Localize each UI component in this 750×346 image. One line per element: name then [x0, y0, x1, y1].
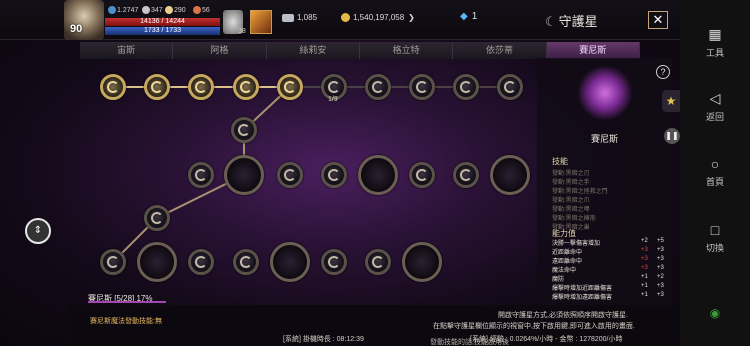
star-node[interactable] [188, 74, 214, 100]
home-button[interactable]: ○ 首頁 [680, 156, 750, 188]
star-node[interactable] [231, 117, 257, 143]
ability-next: +3 [657, 256, 664, 262]
ability-next: +5 [657, 238, 664, 244]
skill-line: 發動:黑暗之擁抱 [552, 216, 596, 222]
tools-button[interactable]: ▦ 工具 [680, 26, 750, 59]
ability-name: 爆擊時增加近距離傷害 [552, 286, 613, 292]
system-message: [系統] 經驗 : 0.0264%/小時 - 金幣 : 1278200/小時 [470, 336, 623, 343]
skill-line: 發動:黑暗之拯救之門 [552, 189, 608, 195]
skill-line: 發動:黑暗之嗥 [552, 207, 590, 213]
star-node[interactable] [233, 74, 259, 100]
switch-button[interactable]: □ 切換 [680, 222, 750, 254]
star-node[interactable] [277, 162, 303, 188]
star-node[interactable] [277, 74, 303, 100]
star-node[interactable] [321, 162, 347, 188]
star-node[interactable] [100, 249, 126, 275]
node-count: 1/9 [328, 96, 338, 103]
major-star-node[interactable] [358, 155, 398, 195]
ability-current: +1 [641, 283, 648, 289]
star-node[interactable] [188, 162, 214, 188]
ability-current: +1 [641, 274, 648, 280]
major-star-node[interactable] [270, 242, 310, 282]
ability-name: 遠距離命中 [552, 259, 583, 265]
star-node[interactable] [233, 249, 259, 275]
ability-next: +3 [657, 247, 664, 253]
ability-name: 近距離命中 [552, 250, 583, 256]
rose-emblem-icon [578, 66, 632, 120]
star-node[interactable] [497, 74, 523, 100]
ability-name: 魔防 [552, 277, 565, 283]
star-node[interactable] [453, 74, 479, 100]
help-icon[interactable]: ? [656, 65, 670, 79]
star-node[interactable] [453, 162, 479, 188]
ability-name: 魔法命中 [552, 268, 577, 274]
ability-next: +3 [657, 283, 664, 289]
ability-current: +3 [641, 265, 648, 271]
ability-current: +3 [641, 256, 648, 262]
game-screen: 90 1.2747 347 290 56 14136 / 14244 1733 … [0, 0, 680, 346]
square-icon: □ [710, 222, 720, 238]
major-star-node[interactable] [402, 242, 442, 282]
ability-current: +2 [641, 238, 648, 244]
skill-line: 發動:黑暗之刃 [552, 171, 590, 177]
floating-assist-button[interactable]: ⇕ [25, 218, 51, 244]
back-button[interactable]: ◁ 返回 [680, 90, 750, 123]
ability-current: +3 [641, 247, 648, 253]
grid-icon: ▦ [708, 26, 722, 42]
major-star-node[interactable] [137, 242, 177, 282]
android-side-nav: ▦ 工具 ◁ 返回 ○ 首頁 □ 切換 ◉ [680, 0, 750, 346]
star-node[interactable] [409, 74, 435, 100]
skill-line: 發動:黑暗之手 [552, 180, 590, 186]
skill-section-title: 技能 [552, 157, 568, 166]
skill-line: 發動:黑暗之爪 [552, 198, 590, 204]
star-node[interactable] [365, 249, 391, 275]
ability-next: +3 [657, 292, 664, 298]
back-triangle-icon: ◁ [709, 90, 721, 106]
star-node[interactable] [409, 162, 435, 188]
star-node[interactable] [188, 249, 214, 275]
ability-next: +3 [657, 265, 664, 271]
constellation-name: 賽尼斯 [590, 134, 618, 144]
info-message: 開啟守護星方式,必須依照順序開啟守護星. [498, 312, 628, 319]
constellation-info-panel: ? 賽尼斯 技能 發動:黑暗之刃 發動:黑暗之手 發動:黑暗之拯救之門 發動:黑… [537, 58, 672, 308]
major-star-node[interactable] [490, 155, 530, 195]
star-node[interactable] [365, 74, 391, 100]
wifi-icon: ◉ [709, 306, 721, 320]
progress-bar [88, 301, 166, 303]
star-node[interactable] [144, 74, 170, 100]
ability-current: +1 [641, 292, 648, 298]
ability-next: +2 [657, 274, 664, 280]
info-message: 在點擊守護星欄位顯示的視窗中,按下啟用鍵,即可進入啟用的畫面. [433, 323, 635, 330]
ability-name: 決勝一擊傷害增加 [552, 241, 601, 247]
major-star-node[interactable] [224, 155, 264, 195]
pause-icon[interactable]: ❚❚ [664, 128, 680, 144]
star-node[interactable] [144, 205, 170, 231]
ability-name: 爆擊時增加遠距離傷害 [552, 295, 613, 301]
system-message: [系統] 掛機時長 : 08:12:39 [283, 336, 364, 343]
skill-message: 賽尼斯魔法發動技能:無 [90, 318, 162, 325]
star-node[interactable] [321, 249, 347, 275]
home-circle-icon: ○ [710, 156, 720, 172]
favorite-star-icon[interactable]: ★ [662, 90, 680, 112]
star-node[interactable] [100, 74, 126, 100]
